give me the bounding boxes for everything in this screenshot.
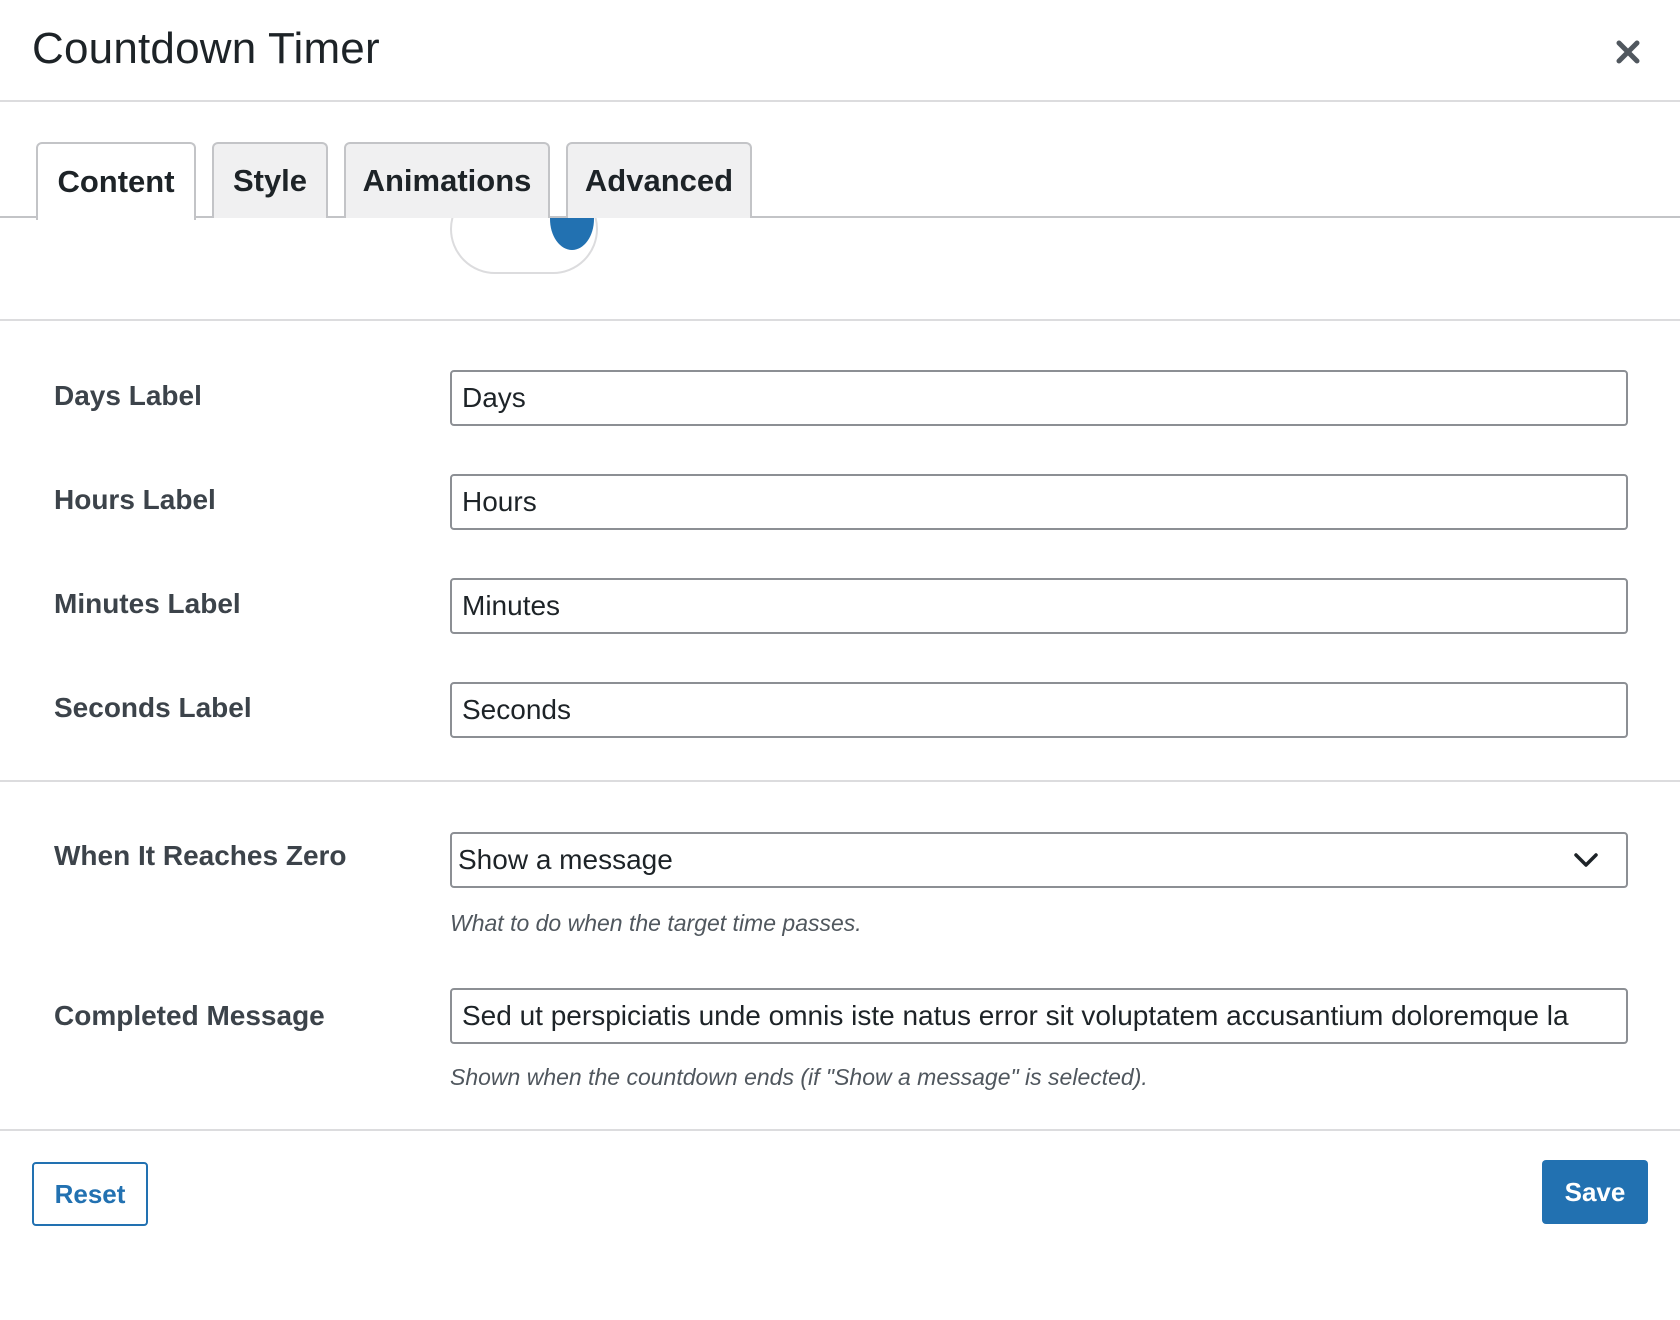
tab-label: Advanced xyxy=(584,163,734,198)
hours-label: Hours Label xyxy=(54,484,216,515)
seconds-label: Seconds Label xyxy=(54,692,252,723)
completed-message-help: Shown when the countdown ends (if "Show … xyxy=(450,1064,1148,1090)
when-reaches-zero-help: What to do when the target time passes. xyxy=(450,910,862,936)
select-value: Show a message xyxy=(458,844,673,875)
reset-button[interactable]: Reset xyxy=(32,1162,148,1226)
days-label-input[interactable]: Days xyxy=(450,370,1628,426)
completed-message-label: Completed Message xyxy=(54,1000,325,1031)
tab-label: Animations xyxy=(362,163,532,198)
toggle-switch[interactable] xyxy=(450,218,598,276)
chevron-down-icon xyxy=(1574,853,1598,867)
tab-content[interactable]: Content xyxy=(36,142,196,220)
close-icon xyxy=(1616,40,1640,64)
completed-message-input[interactable]: Sed ut perspiciatis unde omnis iste natu… xyxy=(450,988,1628,1044)
footer-divider xyxy=(0,1129,1680,1131)
when-reaches-zero-label: When It Reaches Zero xyxy=(54,840,347,871)
tab-label: Style xyxy=(232,163,308,198)
hours-input-value: Hours xyxy=(462,486,537,517)
section-divider xyxy=(0,319,1680,321)
seconds-label-input[interactable]: Seconds xyxy=(450,682,1628,738)
section-divider xyxy=(0,780,1680,782)
modal-header: Countdown Timer xyxy=(0,0,1680,102)
completed-input-value: Sed ut perspiciatis unde omnis iste natu… xyxy=(462,1000,1569,1031)
minutes-input-value: Minutes xyxy=(462,590,561,621)
tab-style[interactable]: Style xyxy=(212,142,328,218)
save-button[interactable]: Save xyxy=(1542,1160,1648,1224)
minutes-label: Minutes Label xyxy=(54,588,241,619)
tab-bar: Content Style Animations Advanced xyxy=(0,102,1680,220)
modal-title: Countdown Timer xyxy=(32,24,380,73)
days-input-value: Days xyxy=(462,382,526,413)
minutes-label-input[interactable]: Minutes xyxy=(450,578,1628,634)
days-label: Days Label xyxy=(54,380,202,411)
close-button[interactable] xyxy=(1608,32,1648,72)
hours-label-input[interactable]: Hours xyxy=(450,474,1628,530)
when-reaches-zero-select[interactable]: Show a message xyxy=(450,832,1628,888)
tab-advanced[interactable]: Advanced xyxy=(566,142,752,218)
tab-label: Content xyxy=(57,164,175,199)
seconds-input-value: Seconds xyxy=(462,694,571,725)
countdown-timer-modal: Countdown Timer Content Style Animations… xyxy=(0,0,1680,1320)
tab-animations[interactable]: Animations xyxy=(344,142,550,218)
